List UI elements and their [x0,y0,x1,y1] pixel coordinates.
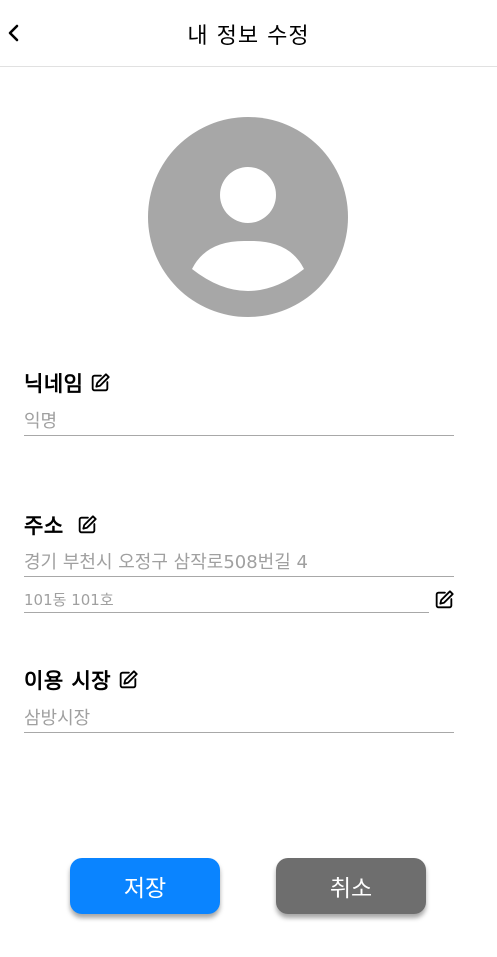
edit-icon [78,515,97,534]
edit-icon [92,373,111,392]
save-button[interactable]: 저장 [70,858,220,914]
avatar-icon[interactable] [148,117,348,317]
address-label-row: 주소 [24,510,98,540]
nickname-edit-button[interactable] [89,372,111,394]
address-edit-button[interactable] [76,514,98,536]
edit-icon [119,670,138,689]
address-detail-edit-button[interactable] [433,589,455,611]
address-line2-field[interactable]: 101동 101호 [24,583,429,613]
market-label: 이용 시장 [24,669,112,693]
market-edit-button[interactable] [117,669,139,691]
address-label: 주소 [24,514,64,538]
market-field[interactable]: 삼방시장 [24,703,454,733]
nickname-field[interactable]: 익명 [24,406,454,436]
cancel-button[interactable]: 취소 [276,858,426,914]
market-label-row: 이용 시장 [24,665,139,695]
edit-icon [435,590,454,609]
page-title: 내 정보 수정 [187,24,310,49]
address-line1-field[interactable]: 경기 부천시 오정구 삼작로508번길 4 [24,547,454,577]
nickname-label-row: 닉네임 [24,368,111,398]
nickname-label: 닉네임 [24,372,84,396]
header: 내 정보 수정 [0,0,497,67]
